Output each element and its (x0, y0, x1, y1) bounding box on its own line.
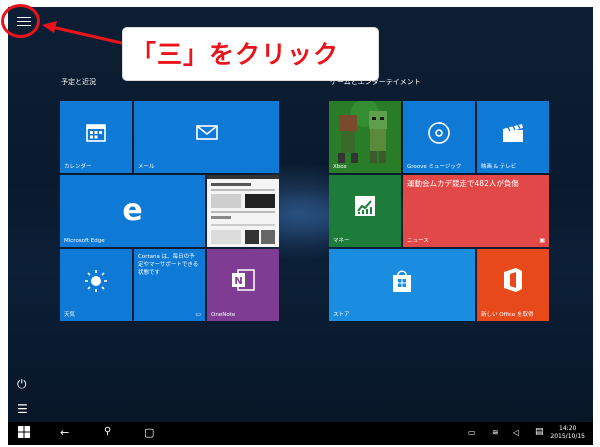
tile-label: メール (138, 164, 155, 170)
money-icon (329, 195, 401, 221)
office-icon (477, 267, 549, 297)
store-icon (329, 269, 475, 297)
highlight-circle (1, 4, 40, 38)
battery-icon[interactable]: ▭ (468, 428, 476, 437)
tile-money[interactable]: マネー (329, 175, 401, 247)
start-sidebar: ⏻ ☰ (8, 7, 38, 422)
taskbar: ← ⚲ ▢ ▭ ≋ ◁ ▤ 14:20 2015/10/15 (8, 422, 593, 445)
groove-icon (403, 121, 475, 149)
webpage-thumbnail (207, 175, 279, 247)
power-icon[interactable]: ⏻ (17, 377, 27, 392)
tile-label: 映画 & テレビ (481, 164, 517, 170)
windows-start-icon[interactable] (18, 426, 30, 441)
news-headline: 運動会ムカデ競走で482人が負傷 (407, 179, 519, 188)
tile-office[interactable]: 新しい Office を取得 (477, 249, 549, 321)
tile-mail[interactable]: メール (134, 101, 279, 173)
xbox-avatars-image (329, 101, 401, 173)
all-apps-icon[interactable]: ☰ (17, 402, 28, 416)
tile-label: カレンダー (64, 164, 92, 170)
tile-news[interactable]: 運動会ムカデ競走で482人が負傷 ニュース ▣ (403, 175, 549, 247)
volume-icon[interactable]: ◁ (513, 428, 519, 437)
back-icon[interactable]: ← (60, 426, 69, 439)
clock-date: 2015/10/15 (550, 433, 585, 440)
tile-label: マネー (333, 238, 350, 244)
mail-icon (134, 123, 279, 145)
movies-icon (477, 123, 549, 147)
clock[interactable]: 14:20 2015/10/15 (550, 425, 585, 441)
left-group-title: 予定と近況 (61, 78, 96, 86)
news-badge-icon: ▣ (539, 237, 545, 244)
tile-label: Xbox (333, 164, 347, 170)
tile-store[interactable]: ストア (329, 249, 475, 321)
callout-text: 「三」をクリック (131, 40, 340, 69)
tile-groove[interactable]: Groove ミュージック (403, 101, 475, 173)
annotation-arrow (42, 21, 127, 46)
tile-weather[interactable]: 天気 (60, 249, 132, 321)
onenote-icon: N (207, 267, 279, 297)
tile-onenote[interactable]: N OneNote (207, 249, 279, 321)
clock-time: 14:20 (559, 425, 577, 432)
action-center-icon[interactable]: ▤ (535, 427, 544, 437)
tile-edge-preview[interactable] (207, 175, 279, 247)
network-icon[interactable]: ≋ (492, 428, 499, 437)
tile-label: ストア (333, 312, 350, 318)
cortana-text: Cortana は、毎日の予定やマーサポートできる状態です (138, 254, 199, 276)
tile-label: 新しい Office を取得 (481, 312, 534, 318)
tile-xbox[interactable]: Xbox (329, 101, 401, 173)
tile-label: 天気 (64, 312, 76, 318)
tile-movies[interactable]: 映画 & テレビ (477, 101, 549, 173)
svg-text:N: N (234, 276, 242, 287)
tile-edge[interactable]: e Microsoft Edge (60, 175, 205, 247)
task-view-icon[interactable]: ▢ (144, 426, 154, 439)
tile-label: Groove ミュージック (407, 164, 462, 170)
tile-calendar[interactable]: カレンダー (60, 101, 132, 173)
annotation-callout: 「三」をクリック (123, 28, 378, 80)
search-icon[interactable]: ⚲ (104, 426, 111, 437)
edge-icon: e (122, 193, 143, 228)
tile-cortana[interactable]: Cortana は、毎日の予定やマーサポートできる状態です ▭ (134, 249, 205, 321)
tile-label: OneNote (211, 312, 236, 318)
cortana-badge-icon: ▭ (195, 311, 201, 318)
tile-label: Microsoft Edge (64, 238, 105, 244)
tile-label: ニュース (407, 238, 429, 244)
weather-icon (60, 269, 132, 297)
calendar-icon (60, 121, 132, 147)
